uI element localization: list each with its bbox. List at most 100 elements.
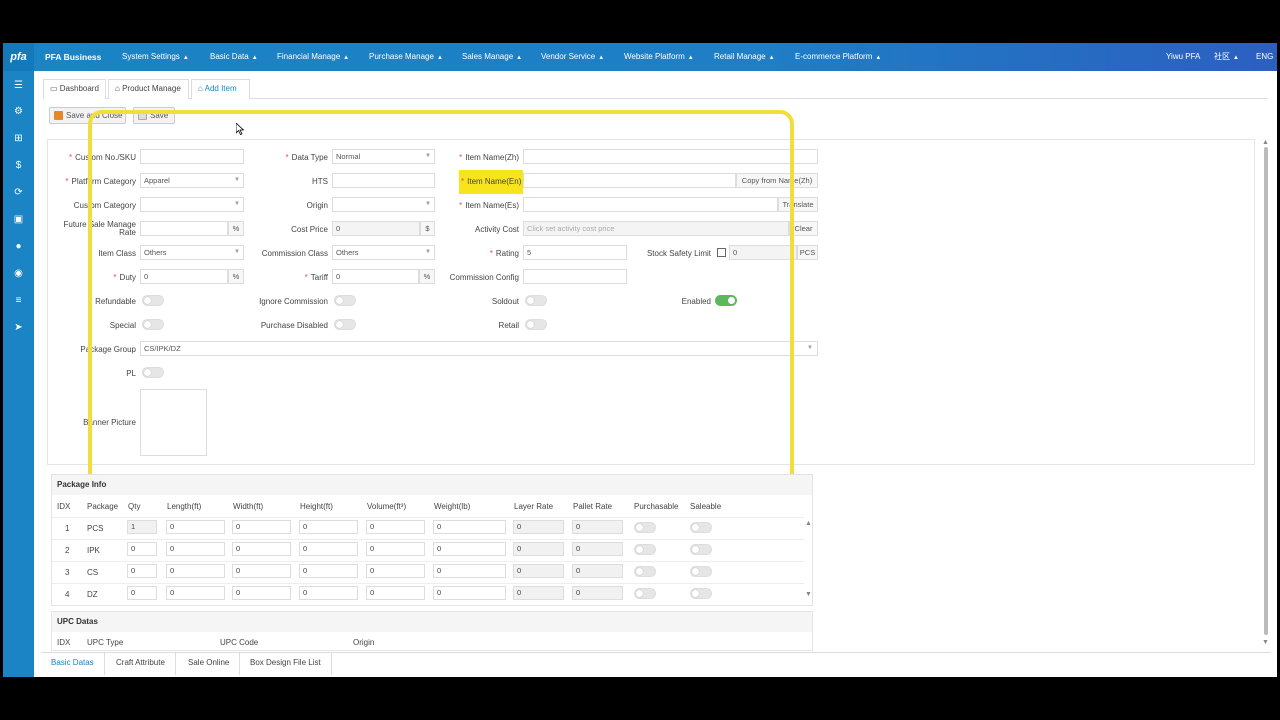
tab-product-manage[interactable]: ⌂ Product Manage [108, 79, 189, 99]
weight-input[interactable]: 0 [433, 520, 506, 534]
table-scroll-up-icon[interactable]: ▲ [805, 520, 812, 527]
gear-icon[interactable]: ⚙ [3, 105, 34, 119]
translate-button[interactable]: Translate [778, 197, 818, 212]
width-input[interactable]: 0 [232, 542, 291, 556]
ignore-commission-toggle[interactable] [334, 295, 356, 306]
save-and-close-button[interactable]: Save and Close [49, 107, 126, 124]
length-input[interactable]: 0 [166, 520, 225, 534]
page-scrollbar[interactable]: ▲ ▼ [1261, 139, 1271, 649]
width-input[interactable]: 0 [232, 586, 291, 600]
banner-picture-upload[interactable] [140, 389, 207, 456]
pl-toggle[interactable] [142, 367, 164, 378]
list-icon[interactable]: ☰ [3, 79, 34, 93]
saleable-toggle[interactable] [690, 544, 712, 555]
origin-select[interactable]: ▼ [332, 197, 435, 212]
menu-retail-manage[interactable]: Retail Manage ▲ [714, 43, 775, 72]
length-input[interactable]: 0 [166, 542, 225, 556]
menu-basic-data[interactable]: Basic Data ▲ [210, 43, 258, 72]
stock-safety-input[interactable]: 0 [729, 245, 797, 260]
qty-input[interactable]: 0 [127, 542, 157, 556]
special-toggle[interactable] [142, 319, 164, 330]
retail-toggle[interactable] [525, 319, 547, 330]
pallet-rate-input[interactable]: 0 [572, 586, 623, 600]
save-button[interactable]: Save [133, 107, 175, 124]
rating-input[interactable]: 5 [523, 245, 627, 260]
user-icon[interactable]: ● [3, 240, 34, 254]
community-menu[interactable]: 社区 ▲ [1214, 43, 1239, 72]
custom-no-input[interactable] [140, 149, 244, 164]
purchasable-toggle[interactable] [634, 544, 656, 555]
tab-box-design-file-list[interactable]: Box Design File List [240, 653, 332, 675]
length-input[interactable]: 0 [166, 564, 225, 578]
refundable-toggle[interactable] [142, 295, 164, 306]
menu-system-settings[interactable]: System Settings ▲ [122, 43, 189, 72]
hts-input[interactable] [332, 173, 435, 188]
stock-safety-checkbox[interactable] [717, 248, 726, 257]
height-input[interactable]: 0 [299, 586, 358, 600]
saleable-toggle[interactable] [690, 522, 712, 533]
send-icon[interactable]: ➤ [3, 321, 34, 335]
weight-input[interactable]: 0 [433, 586, 506, 600]
purchasable-toggle[interactable] [634, 588, 656, 599]
volume-input[interactable]: 0 [366, 564, 425, 578]
menu-sales-manage[interactable]: Sales Manage ▲ [462, 43, 522, 72]
menu-vendor-service[interactable]: Vendor Service ▲ [541, 43, 604, 72]
tab-basic-datas[interactable]: Basic Datas [41, 653, 105, 675]
data-type-select[interactable]: Normal ▼ [332, 149, 435, 164]
height-input[interactable]: 0 [299, 520, 358, 534]
refresh-icon[interactable]: ⟳ [3, 186, 34, 200]
width-input[interactable]: 0 [232, 520, 291, 534]
layer-rate-input[interactable]: 0 [513, 520, 564, 534]
platform-category-select[interactable]: Apparel ▼ [140, 173, 244, 188]
brand-title[interactable]: PFA Business [45, 43, 101, 71]
dollar-icon[interactable]: $ [3, 159, 34, 173]
tab-sale-online[interactable]: Sale Online [178, 653, 241, 675]
scroll-up-icon[interactable]: ▲ [1262, 139, 1269, 146]
tab-add-item[interactable]: ⌂ Add Item [191, 79, 250, 99]
width-input[interactable]: 0 [232, 564, 291, 578]
item-name-en-input[interactable] [523, 173, 736, 188]
custom-category-select[interactable]: ▼ [140, 197, 244, 212]
pallet-rate-input[interactable]: 0 [572, 520, 623, 534]
purchasable-toggle[interactable] [634, 566, 656, 577]
item-class-select[interactable]: Others ▼ [140, 245, 244, 260]
language-switch[interactable]: ENG [1256, 43, 1273, 71]
volume-input[interactable]: 0 [366, 520, 425, 534]
volume-input[interactable]: 0 [366, 542, 425, 556]
item-name-zh-input[interactable] [523, 149, 818, 164]
duty-input[interactable]: 0 [140, 269, 228, 284]
saleable-toggle[interactable] [690, 588, 712, 599]
pallet-rate-input[interactable]: 0 [572, 542, 623, 556]
tariff-input[interactable]: 0 [332, 269, 419, 284]
menu-ecommerce-platform[interactable]: E-commerce Platform ▲ [795, 43, 881, 72]
scrollbar-thumb[interactable] [1264, 147, 1268, 635]
qty-input[interactable]: 0 [127, 586, 157, 600]
purchase-disabled-toggle[interactable] [334, 319, 356, 330]
globe-icon[interactable]: ◉ [3, 267, 34, 281]
bars-icon[interactable]: ≡ [3, 294, 34, 308]
layer-rate-input[interactable]: 0 [513, 542, 564, 556]
saleable-toggle[interactable] [690, 566, 712, 577]
table-scroll-down-icon[interactable]: ▼ [805, 591, 812, 598]
cost-price-input[interactable]: 0 [332, 221, 420, 236]
weight-input[interactable]: 0 [433, 564, 506, 578]
tab-craft-attribute[interactable]: Craft Attribute [106, 653, 176, 675]
user-name[interactable]: Yiwu PFA [1166, 43, 1200, 71]
soldout-toggle[interactable] [525, 295, 547, 306]
commission-class-select[interactable]: Others ▼ [332, 245, 435, 260]
package-group-select[interactable]: CS/IPK/DZ ▼ [140, 341, 818, 356]
scroll-down-icon[interactable]: ▼ [1262, 639, 1269, 646]
money-icon[interactable]: ▣ [3, 213, 34, 227]
enabled-toggle[interactable] [715, 295, 737, 306]
qty-input[interactable]: 0 [127, 564, 157, 578]
menu-website-platform[interactable]: Website Platform ▲ [624, 43, 694, 72]
layer-rate-input[interactable]: 0 [513, 586, 564, 600]
tab-dashboard[interactable]: ▭ Dashboard [43, 79, 106, 99]
layer-rate-input[interactable]: 0 [513, 564, 564, 578]
qty-input[interactable]: 1 [127, 520, 157, 534]
item-name-es-input[interactable] [523, 197, 778, 212]
volume-input[interactable]: 0 [366, 586, 425, 600]
commission-config-input[interactable] [523, 269, 627, 284]
length-input[interactable]: 0 [166, 586, 225, 600]
clear-button[interactable]: Clear [789, 221, 818, 236]
